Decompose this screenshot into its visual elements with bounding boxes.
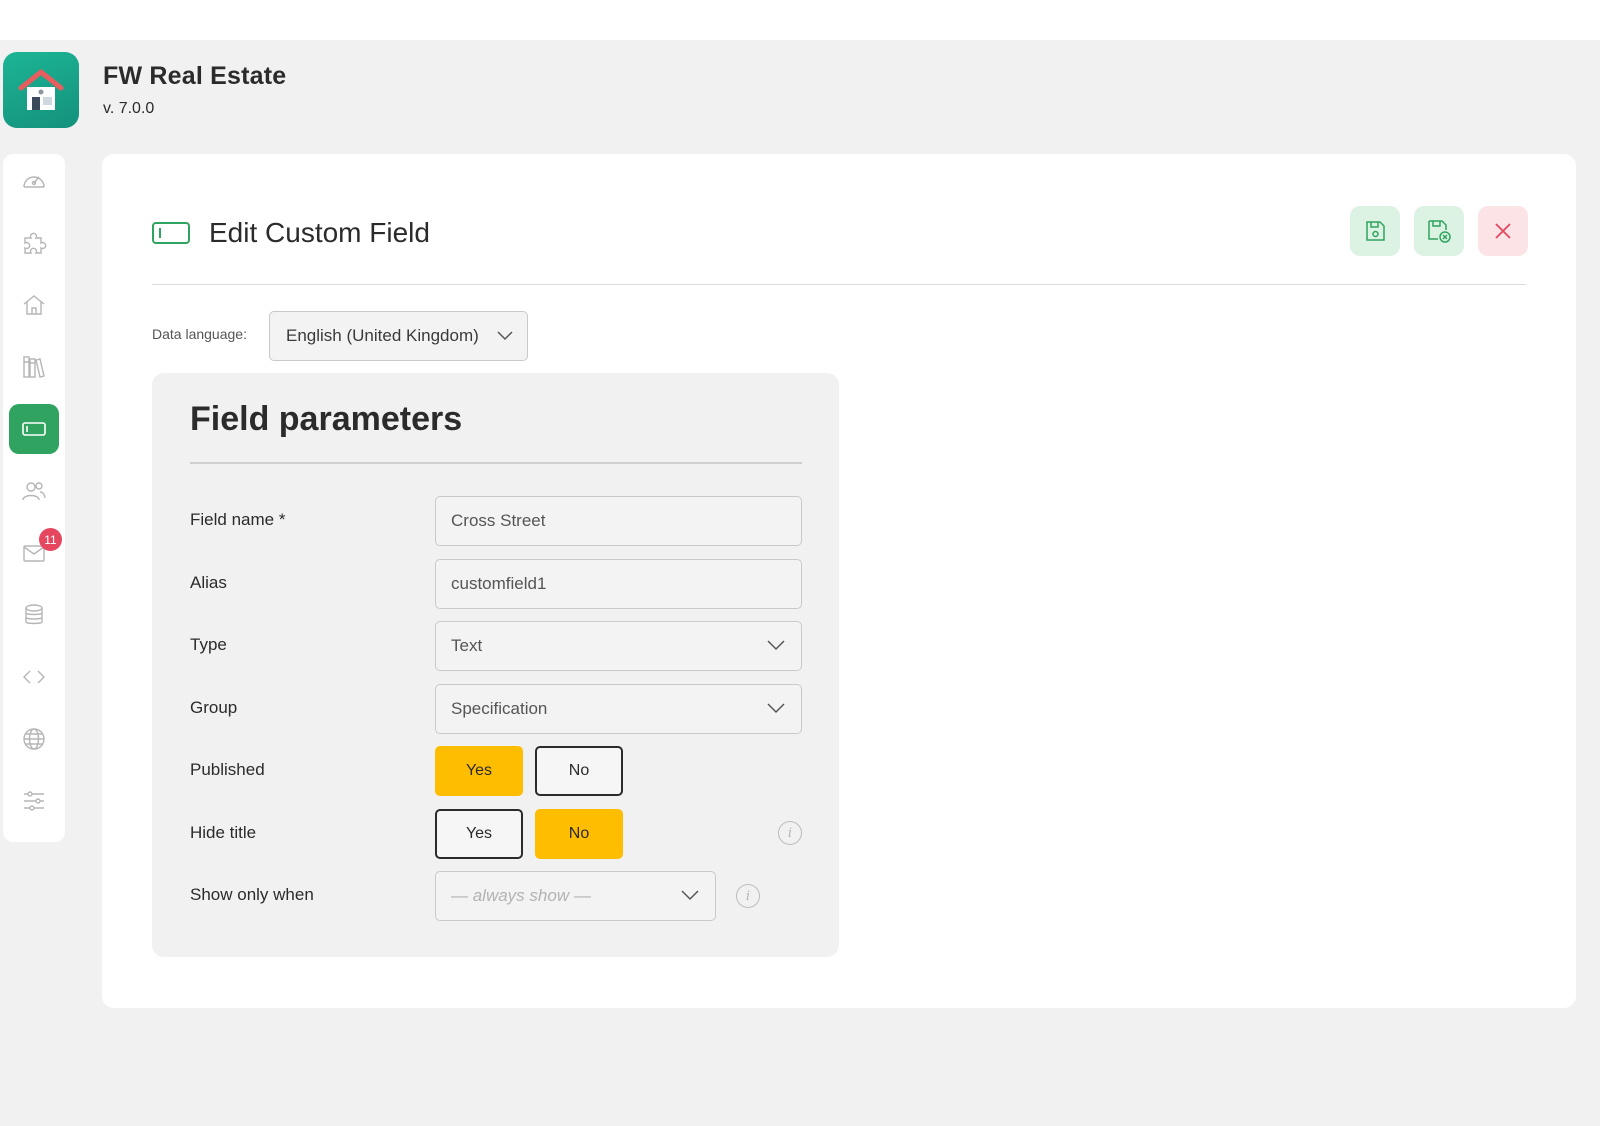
data-language-label: Data language:	[152, 326, 247, 342]
users-icon	[22, 482, 46, 501]
sidebar-item-categories[interactable]	[9, 342, 59, 392]
sidebar: 11	[3, 154, 65, 842]
custom-field-icon	[152, 222, 190, 244]
sidebar-item-users[interactable]	[9, 466, 59, 516]
header-divider	[152, 284, 1526, 285]
published-yes-button[interactable]: Yes	[435, 746, 523, 796]
info-icon[interactable]: i	[778, 821, 802, 845]
group-value: Specification	[451, 699, 548, 718]
save-and-close-button[interactable]	[1414, 206, 1464, 256]
chevron-down-icon	[767, 703, 785, 714]
field-name-value: Cross Street	[451, 511, 546, 530]
type-label: Type	[190, 635, 227, 654]
globe-icon	[23, 728, 45, 750]
hide-title-label: Hide title	[190, 823, 257, 842]
unread-count-badge: 11	[39, 528, 62, 551]
home-icon	[23, 295, 45, 315]
puzzle-icon	[24, 232, 47, 254]
sidebar-item-extensions[interactable]	[9, 218, 59, 268]
group-label: Group	[190, 698, 238, 717]
app-title: FW Real Estate	[103, 62, 287, 90]
field-name-label: Field name *	[190, 510, 286, 529]
published-no-button[interactable]: No	[535, 746, 623, 796]
group-select[interactable]: Specification	[435, 684, 802, 734]
show-only-when-label: Show only when	[190, 885, 314, 904]
field-name-input[interactable]: Cross Street	[435, 496, 802, 546]
hide-title-no-button[interactable]: No	[535, 809, 623, 859]
data-language-select[interactable]: English (United Kingdom)	[269, 311, 528, 361]
sidebar-item-custom-fields[interactable]	[9, 404, 59, 454]
alias-label: Alias	[190, 573, 227, 592]
close-button[interactable]	[1478, 206, 1528, 256]
custom-field-icon	[22, 422, 46, 436]
sidebar-item-messages[interactable]: 11	[9, 528, 62, 578]
close-icon	[1495, 223, 1511, 239]
sidebar-item-settings[interactable]	[9, 776, 59, 826]
dashboard-gauge-icon	[23, 176, 45, 188]
sidebar-item-properties[interactable]	[9, 280, 59, 330]
library-books-icon	[23, 356, 45, 378]
save-and-close-icon	[1428, 220, 1451, 243]
chevron-down-icon	[681, 890, 699, 901]
settings-sliders-icon	[24, 791, 44, 811]
chevron-down-icon	[497, 331, 513, 341]
sidebar-item-languages[interactable]	[9, 714, 59, 764]
code-icon	[23, 670, 45, 684]
type-value: Text	[451, 636, 483, 655]
app-version: v. 7.0.0	[103, 100, 155, 117]
house-logo-icon	[18, 69, 64, 110]
panel-title: Field parameters	[190, 400, 463, 438]
sidebar-item-database[interactable]	[9, 590, 59, 640]
sidebar-item-dashboard[interactable]	[9, 156, 59, 206]
page-title: Edit Custom Field	[209, 217, 430, 248]
alias-value: customfield1	[451, 574, 547, 593]
show-only-when-placeholder: — always show —	[451, 886, 591, 905]
database-icon	[25, 604, 43, 625]
data-language-value: English (United Kingdom)	[286, 326, 479, 345]
app-logo[interactable]	[3, 52, 79, 128]
show-only-when-select[interactable]: — always show —	[435, 871, 716, 921]
info-icon[interactable]: i	[736, 884, 760, 908]
published-label: Published	[190, 760, 265, 779]
alias-input[interactable]: customfield1	[435, 559, 802, 609]
save-button[interactable]	[1350, 206, 1400, 256]
chevron-down-icon	[767, 640, 785, 651]
type-select[interactable]: Text	[435, 621, 802, 671]
sidebar-item-code[interactable]	[9, 652, 59, 702]
save-icon	[1366, 221, 1385, 241]
hide-title-yes-button[interactable]: Yes	[435, 809, 523, 859]
panel-divider	[190, 462, 802, 464]
